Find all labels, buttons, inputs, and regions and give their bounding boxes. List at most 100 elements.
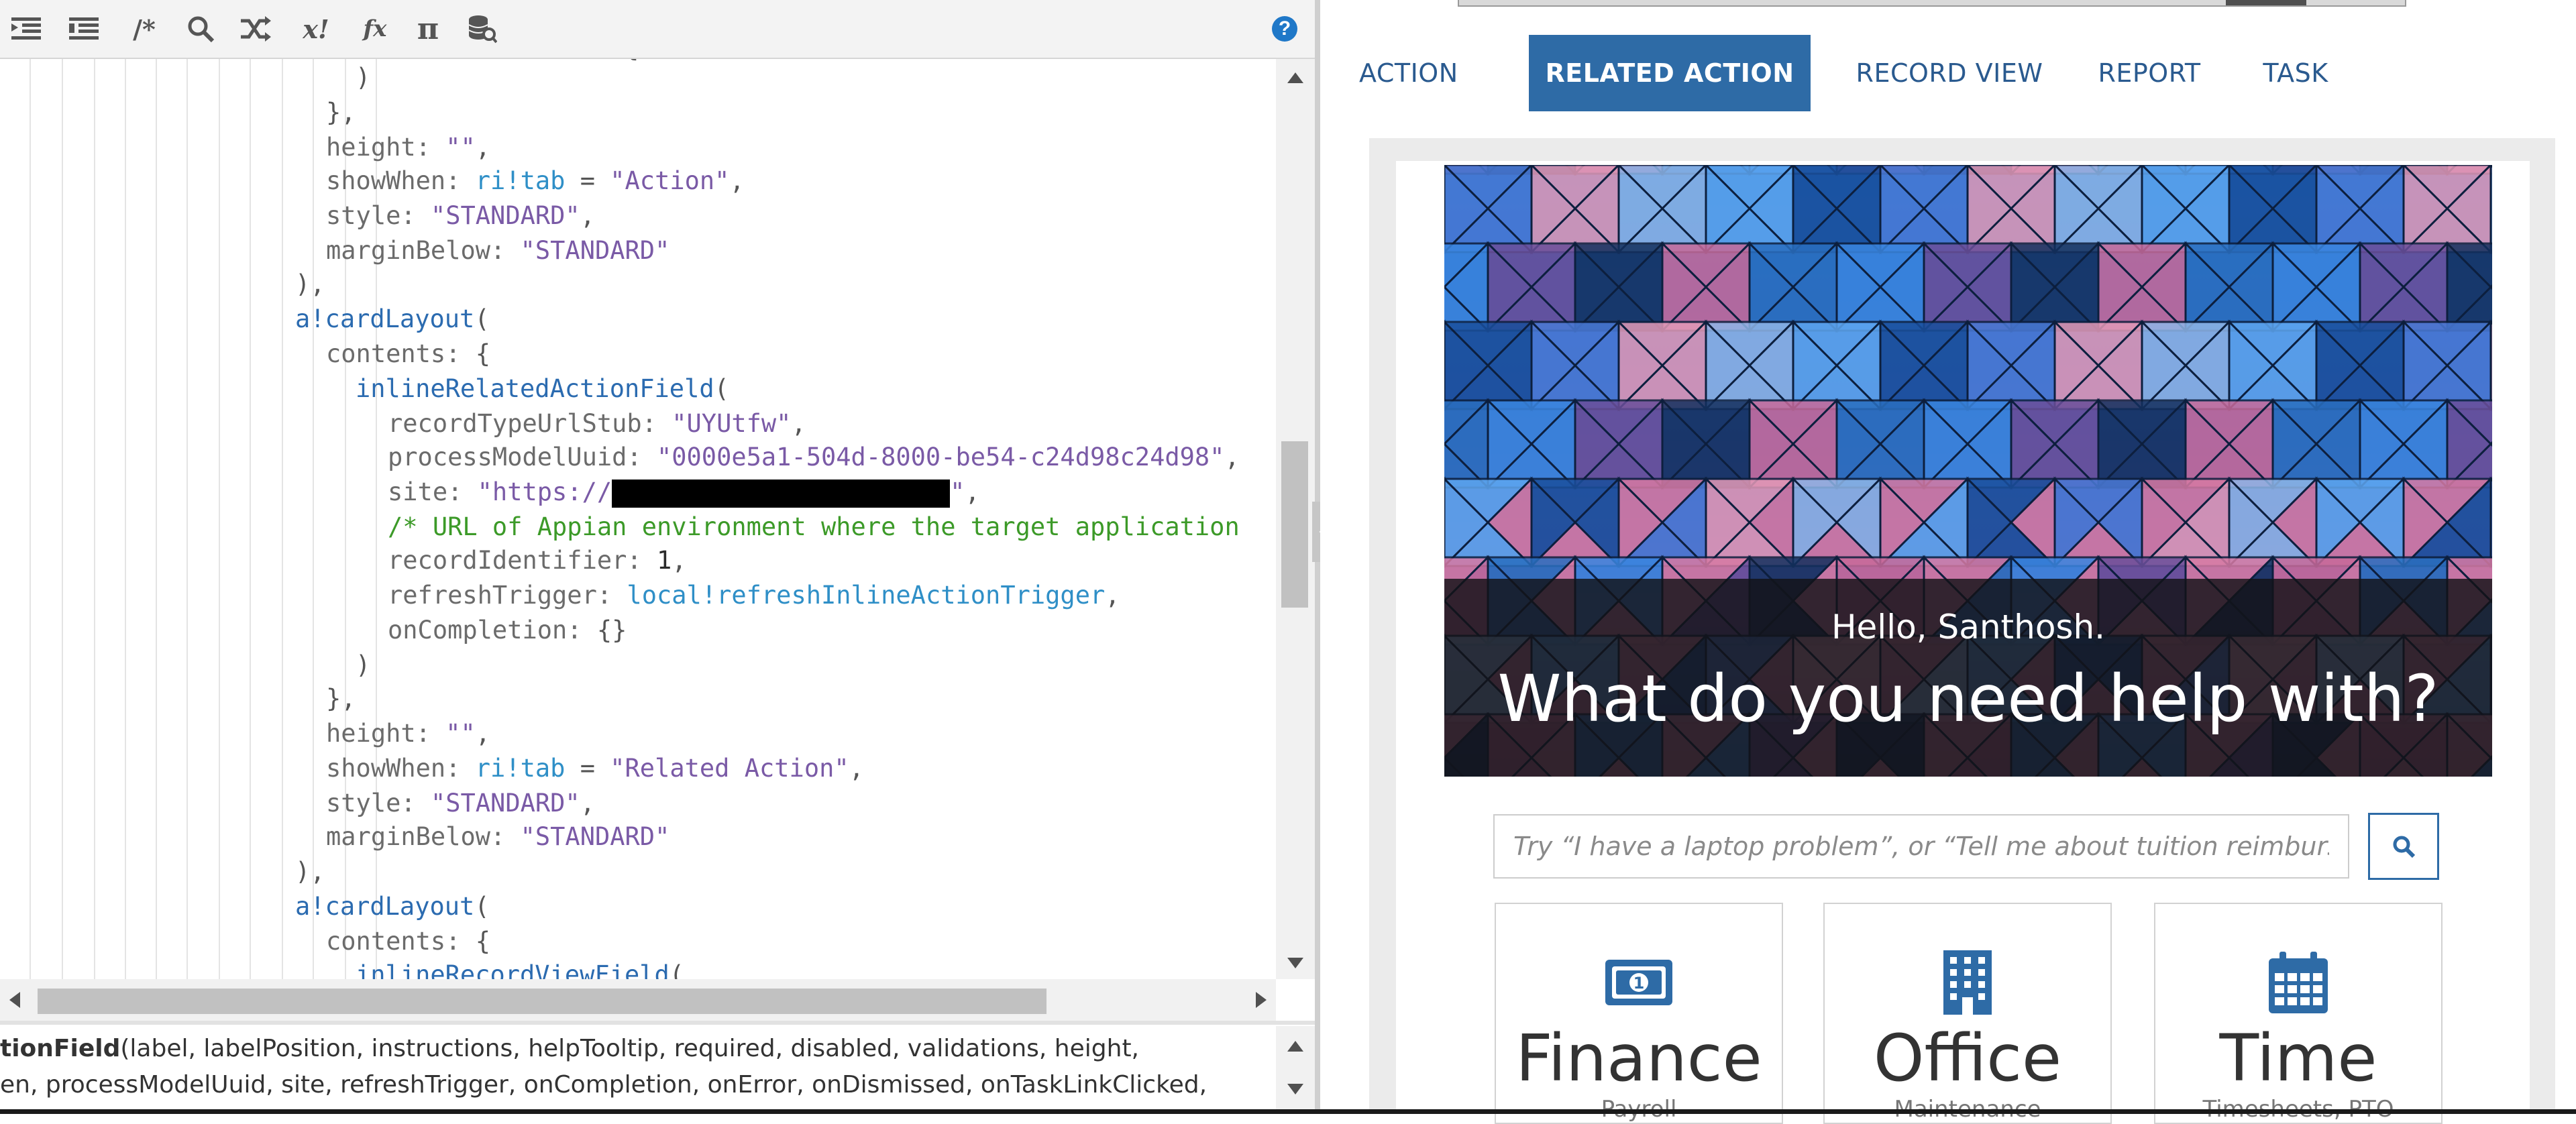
code-area[interactable]: {)},height: "",showWhen: ri!tab = "Actio… [0,59,1276,979]
tab-label: REPORT [2098,58,2201,88]
hint-line-1: tionField(label, labelPosition, instruct… [0,1031,1139,1066]
shuffle-icon[interactable] [236,9,275,48]
code-token: }, [326,98,356,127]
code-line[interactable]: processModelUuid: "0000e5a1-504d-8000-be… [388,440,1240,475]
code-token: 1 [656,546,672,575]
code-line[interactable]: }, [326,95,356,130]
expression-editor: /* x! fx π ? {)},height: "",showWhen: ri… [0,0,1315,1114]
scroll-down-icon[interactable] [1287,1084,1303,1094]
tab-label: RECORD VIEW [1856,58,2043,88]
code-line[interactable]: onCompletion: {} [388,613,627,648]
code-line[interactable]: style: "STANDARD", [326,199,595,233]
editor-horizontal-scrollbar[interactable] [0,979,1276,1021]
code-token: height: [326,719,446,748]
code-line[interactable]: }, [326,681,356,716]
code-token: ), [295,857,325,886]
tab-related-action[interactable]: RELATED ACTION [1529,35,1811,111]
code-token: {} [596,616,627,644]
code-token: "STANDARD" [520,236,670,265]
code-line[interactable]: ) [356,60,370,95]
code-line[interactable]: ), [295,267,325,302]
comment-icon[interactable]: /* [121,9,168,48]
indent-guide [282,59,283,979]
code-token: { [624,59,639,62]
hint-params-2: en, processModelUuid, site, refreshTrigg… [0,1071,1208,1099]
code-line[interactable]: /* URL of Appian environment where the t… [388,510,1240,545]
code-token: refreshTrigger: [388,581,627,610]
code-token: recordIdentifier: [388,546,657,575]
database-search-icon[interactable] [463,9,502,48]
code-line[interactable]: recordIdentifier: 1, [388,543,687,578]
bottom-edge [0,1109,2576,1114]
code-token: height: [326,133,446,162]
hero-banner: Hello, Santhosh. What do you need help w… [1444,165,2492,777]
search-input[interactable] [1493,814,2349,879]
scrollbar-thumb[interactable] [38,989,1046,1014]
code-token: ) [356,651,371,679]
code-token: contents: [326,927,476,956]
code-line[interactable]: style: "STANDARD", [326,786,595,821]
code-line[interactable]: { [624,59,639,66]
outdent-icon[interactable] [64,9,103,48]
hint-separator [0,1021,1315,1025]
help-icon[interactable]: ? [1272,16,1297,42]
editor-vertical-scrollbar[interactable] [1276,59,1315,979]
code-line[interactable]: marginBelow: "STANDARD" [326,233,669,268]
pi-icon[interactable]: π [408,9,448,48]
code-line[interactable]: showWhen: ri!tab = "Action", [326,164,745,199]
tile-finance[interactable]: 1 Finance Payroll [1495,903,1783,1124]
code-token: ( [474,892,490,921]
code-line[interactable]: recordTypeUrlStub: "UYUtfw", [388,406,806,441]
code-line[interactable]: contents: { [326,924,490,959]
search-button[interactable] [2368,813,2439,880]
code-token: "Related Action" [610,754,849,783]
hint-line-2: en, processModelUuid, site, refreshTrigg… [0,1068,1207,1103]
code-line[interactable]: ), [295,854,325,889]
tab-record-view[interactable]: RECORD VIEW [1835,35,2063,111]
code-line[interactable]: inlineRelatedActionField( [356,372,729,406]
code-token: , [580,789,595,818]
indent-guide [313,59,314,979]
preview-top-bar-accent [2226,0,2306,5]
search-icon[interactable] [181,9,220,48]
editor-toolbar: /* x! fx π ? [0,0,1315,59]
code-line[interactable]: showWhen: ri!tab = "Related Action", [326,751,864,786]
code-line[interactable]: height: "", [326,130,490,165]
code-line[interactable]: contents: { [326,337,490,372]
code-token: ri!tab [475,754,566,783]
code-token: , [1105,581,1120,610]
indent-icon[interactable] [7,9,46,48]
tab-task[interactable]: TASK [2242,35,2349,111]
tab-label: ACTION [1359,58,1458,88]
scroll-down-icon[interactable] [1287,958,1303,968]
scrollbar-thumb[interactable] [1281,441,1308,608]
scroll-right-icon[interactable] [1256,992,1267,1008]
code-line[interactable]: inlineRecordViewField( [356,958,684,979]
tab-report[interactable]: REPORT [2082,35,2216,111]
code-token: , [580,201,595,230]
code-line[interactable]: refreshTrigger: local!refreshInlineActio… [388,578,1120,613]
code-line[interactable]: marginBelow: "STANDARD" [326,820,669,854]
scroll-up-icon[interactable] [1287,72,1303,83]
code-token: ( [669,960,685,979]
tab-action[interactable]: ACTION [1359,35,1458,111]
code-line[interactable]: a!cardLayout( [295,889,490,924]
code-line[interactable]: site: "https:// ", [388,475,980,510]
code-token: "STANDARD" [430,789,580,818]
code-line[interactable]: ) [356,648,370,683]
indent-guide [250,59,251,979]
scroll-left-icon[interactable] [9,992,20,1008]
tab-label: TASK [2263,58,2328,88]
function-icon[interactable]: fx [352,9,398,48]
variable-icon[interactable]: x! [292,9,339,48]
scroll-up-icon[interactable] [1287,1041,1303,1052]
code-token: /* URL of Appian environment where the t… [388,512,1240,541]
tile-time[interactable]: Time Timesheets, PTO [2154,903,2443,1124]
code-line[interactable]: a!cardLayout( [295,302,490,337]
code-token: , [672,546,687,575]
code-token: { [475,927,491,956]
code-line[interactable]: height: "", [326,716,490,751]
hint-scrollbar[interactable] [1276,1026,1315,1114]
money-icon: 1 [1496,946,1782,1019]
tile-office[interactable]: Office Maintenance [1823,903,2112,1124]
